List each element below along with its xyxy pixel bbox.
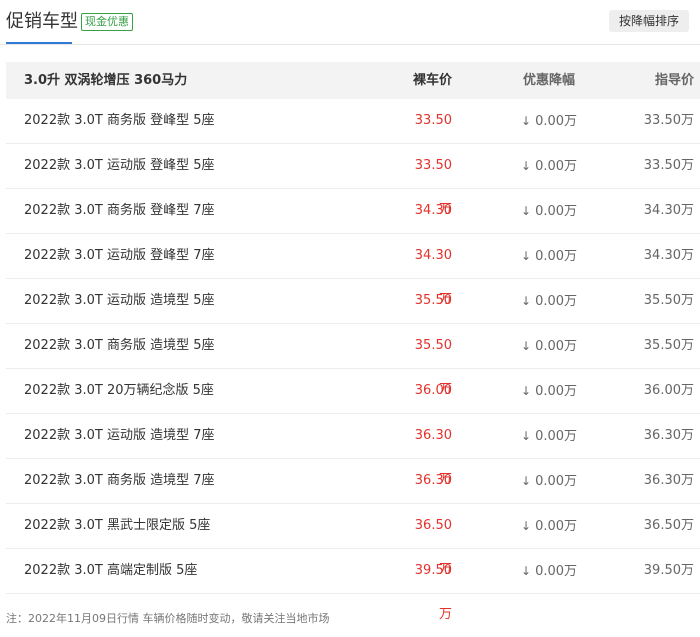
guide-price: 35.50万 bbox=[643, 293, 694, 308]
discount-value: 0.00万 bbox=[535, 204, 578, 219]
table-header: 3.0升 双涡轮增压 360马力 裸车价 优惠降幅 指导价 bbox=[6, 62, 700, 99]
model-name-link[interactable]: 2022款 3.0T 商务版 登峰型 5座 bbox=[24, 99, 215, 143]
discount-amount: ↓ 0.00万 bbox=[521, 279, 595, 324]
table-row[interactable]: 2022款 3.0T 运动版 造境型 5座35.50万↓0.00万35.50万 bbox=[6, 279, 700, 352]
guide-price: 36.30万 bbox=[643, 473, 694, 488]
promotion-table: 3.0升 双涡轮增压 360马力 裸车价 优惠降幅 指导价 2022款 3.0T… bbox=[6, 62, 700, 622]
down-arrow-icon: ↓ bbox=[521, 249, 532, 263]
table-row[interactable]: 2022款 3.0T 商务版 登峰型 5座33.50万↓0.00万33.50万 bbox=[6, 99, 700, 172]
table-row[interactable]: 2022款 3.0T 商务版 造境型 5座 35.50万 ↓ 0.00万 35.50万 bbox=[6, 324, 700, 397]
model-name-link[interactable]: 2022款 3.0T 20万辆纪念版 5座 bbox=[24, 369, 214, 413]
down-arrow-icon: ↓ bbox=[521, 294, 532, 308]
discount-value: 0.00万 bbox=[535, 249, 578, 264]
table-row[interactable]: 2022款 3.0T 运动版 登峰型 5座 33.50万 ↓ 0.00万 33.50万 bbox=[6, 144, 700, 217]
discount-value: 0.00万 bbox=[535, 159, 578, 174]
table-row[interactable]: 2022款 3.0T 运动版 登峰型 7座 34.30万 ↓ 0.00万 34.30万 bbox=[6, 234, 700, 307]
down-arrow-icon: ↓ bbox=[521, 339, 532, 353]
discount-amount: ↓ 0.00万 bbox=[521, 414, 595, 459]
discount-amount: ↓ 0.00万 bbox=[521, 369, 595, 414]
discount-value: 0.00万 bbox=[535, 114, 578, 129]
table-body: 2022款 3.0T 商务版 登峰型 5座33.50万↓0.00万33.50万2… bbox=[6, 99, 700, 622]
guide-price: 36.50万 bbox=[643, 518, 694, 533]
title-underline bbox=[6, 42, 72, 44]
discount-value: 0.00万 bbox=[535, 564, 578, 579]
model-name-link[interactable]: 2022款 3.0T 运动版 造境型 5座 bbox=[24, 279, 215, 323]
model-name-link[interactable]: 2022款 3.0T 运动版 登峰型 7座 bbox=[24, 234, 215, 278]
page-title[interactable]: 促销车型 bbox=[6, 10, 78, 34]
model-name-link[interactable]: 2022款 3.0T 黑武士限定版 5座 bbox=[24, 504, 210, 548]
guide-price: 33.50万 bbox=[643, 113, 694, 128]
guide-price-column-header: 指导价 bbox=[654, 73, 694, 88]
down-arrow-icon: ↓ bbox=[521, 519, 532, 533]
table-row[interactable]: 2022款 3.0T 运动版 造境型 7座 36.30万 ↓ 0.00万 36.30万 bbox=[6, 414, 700, 487]
price-note: 注：2022年11月09日行情 车辆价格随时变动，敬请关注当地市场 bbox=[6, 612, 330, 625]
discount-amount: ↓ 0.00万 bbox=[521, 504, 595, 549]
model-name-link[interactable]: 2022款 3.0T 高端定制版 5座 bbox=[24, 549, 197, 593]
discount-value: 0.00万 bbox=[535, 339, 578, 354]
guide-price: 33.50万 bbox=[643, 158, 694, 173]
model-name-link[interactable]: 2022款 3.0T 商务版 造境型 5座 bbox=[24, 324, 215, 368]
table-row[interactable]: 2022款 3.0T 商务版 造境型 7座36.30万↓0.00万36.30万 bbox=[6, 459, 700, 532]
discount-value: 0.00万 bbox=[535, 519, 578, 534]
guide-price: 36.30万 bbox=[643, 428, 694, 443]
net-price: 39.50万 bbox=[414, 563, 452, 622]
discount-value: 0.00万 bbox=[535, 294, 578, 309]
table-row[interactable]: 2022款 3.0T 20万辆纪念版 5座36.00万↓0.00万36.00万 bbox=[6, 369, 700, 442]
guide-price: 36.00万 bbox=[643, 383, 694, 398]
model-name-link[interactable]: 2022款 3.0T 商务版 登峰型 7座 bbox=[24, 189, 215, 233]
engine-group-header: 3.0升 双涡轮增压 360马力 bbox=[24, 73, 188, 88]
discount-amount: ↓ 0.00万 bbox=[521, 144, 595, 189]
discount-amount: ↓ 0.00万 bbox=[521, 189, 595, 234]
discount-value: 0.00万 bbox=[535, 474, 578, 489]
model-name-link[interactable]: 2022款 3.0T 商务版 造境型 7座 bbox=[24, 459, 215, 503]
model-name-link[interactable]: 2022款 3.0T 运动版 登峰型 5座 bbox=[24, 144, 215, 188]
discount-value: 0.00万 bbox=[535, 384, 578, 399]
guide-price: 39.50万 bbox=[643, 563, 694, 578]
table-row[interactable]: 2022款 3.0T 商务版 登峰型 7座34.30万↓0.00万34.30万 bbox=[6, 189, 700, 262]
down-arrow-icon: ↓ bbox=[521, 474, 532, 488]
discount-value: 0.00万 bbox=[535, 429, 578, 444]
down-arrow-icon: ↓ bbox=[521, 429, 532, 443]
sort-by-discount-button[interactable]: 按降幅排序 bbox=[609, 10, 689, 32]
down-arrow-icon: ↓ bbox=[521, 114, 532, 128]
top-bar: 促销车型 现金优惠 按降幅排序 bbox=[0, 0, 700, 45]
discount-amount: ↓ 0.00万 bbox=[521, 324, 595, 369]
down-arrow-icon: ↓ bbox=[521, 159, 532, 173]
discount-amount: ↓ 0.00万 bbox=[521, 459, 595, 504]
table-row[interactable]: 2022款 3.0T 高端定制版 5座 39.50万 ↓ 0.00万 39.50万 bbox=[6, 549, 700, 622]
down-arrow-icon: ↓ bbox=[521, 384, 532, 398]
discount-amount: ↓ 0.00万 bbox=[521, 549, 595, 594]
price-column-header: 裸车价 bbox=[412, 73, 452, 88]
guide-price: 34.30万 bbox=[643, 248, 694, 263]
discount-amount: ↓ 0.00万 bbox=[521, 234, 595, 279]
cash-discount-badge: 现金优惠 bbox=[81, 13, 133, 31]
guide-price: 35.50万 bbox=[643, 338, 694, 353]
discount-column-header: 优惠降幅 bbox=[523, 73, 576, 88]
down-arrow-icon: ↓ bbox=[521, 204, 532, 218]
model-name-link[interactable]: 2022款 3.0T 运动版 造境型 7座 bbox=[24, 414, 215, 458]
discount-amount: ↓ 0.00万 bbox=[521, 99, 595, 144]
down-arrow-icon: ↓ bbox=[521, 564, 532, 578]
guide-price: 34.30万 bbox=[643, 203, 694, 218]
table-row[interactable]: 2022款 3.0T 黑武士限定版 5座 36.50万 ↓ 0.00万 36.50万 bbox=[6, 504, 700, 577]
